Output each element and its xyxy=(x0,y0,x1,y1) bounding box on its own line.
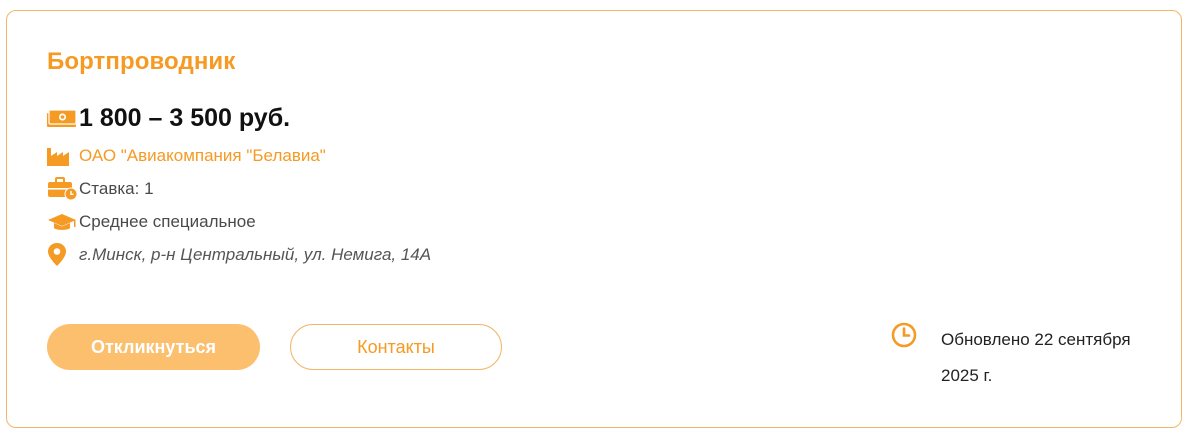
company-link[interactable]: ОАО "Авиакомпания "Белавиа" xyxy=(79,146,326,166)
updated-info: Обновлено 22 сентября 2025 г. xyxy=(891,322,1131,394)
factory-icon xyxy=(47,144,79,168)
briefcase-clock-icon xyxy=(47,177,79,201)
company-row: ОАО "Авиакомпания "Белавиа" xyxy=(47,144,326,168)
salary: 1 800 – 3 500 руб. xyxy=(79,103,291,132)
map-pin-icon xyxy=(47,243,79,267)
rate-row: Ставка: 1 xyxy=(47,177,154,201)
clock-icon xyxy=(891,322,917,348)
vacancy-card: Бортпроводник 1 800 – 3 500 руб. ОАО "Ав… xyxy=(6,10,1182,428)
graduation-cap-icon xyxy=(47,210,79,234)
education-row: Среднее специальное xyxy=(47,210,256,234)
education-text: Среднее специальное xyxy=(79,212,256,231)
salary-row: 1 800 – 3 500 руб. xyxy=(47,103,290,133)
updated-text: Обновлено 22 сентября 2025 г. xyxy=(941,330,1131,385)
rate-text: Ставка: 1 xyxy=(79,179,154,198)
contacts-button[interactable]: Контакты xyxy=(290,324,502,370)
money-icon xyxy=(47,107,77,129)
address-text: г.Минск, р-н Центральный, ул. Немига, 14… xyxy=(79,245,432,264)
vacancy-title[interactable]: Бортпроводник xyxy=(47,48,235,76)
apply-button[interactable]: Откликнуться xyxy=(47,324,260,370)
address-row: г.Минск, р-н Центральный, ул. Немига, 14… xyxy=(47,243,431,267)
